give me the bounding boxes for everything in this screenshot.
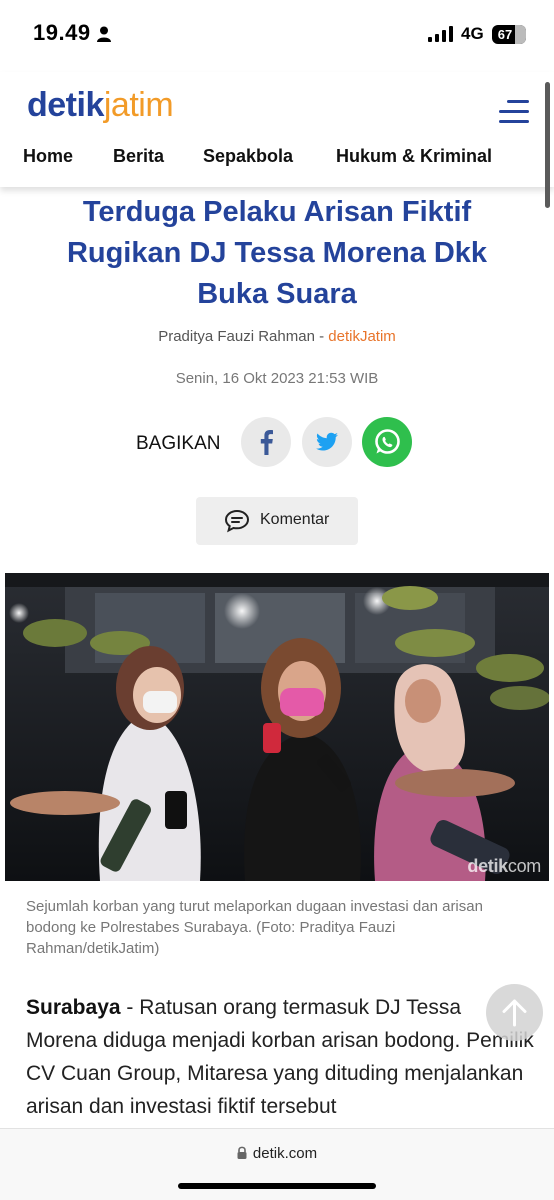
nav-item-sepakbola[interactable]: Sepakbola bbox=[203, 146, 293, 167]
whatsapp-share-button[interactable] bbox=[362, 417, 412, 467]
share-label: BAGIKAN bbox=[136, 433, 221, 454]
address-bar[interactable]: detik.com bbox=[0, 1145, 554, 1163]
watermark-a: detik bbox=[467, 856, 508, 876]
main-nav: Home Berita Sepakbola Hukum & Kriminal bbox=[0, 146, 554, 172]
nav-item-home[interactable]: Home bbox=[23, 146, 73, 167]
status-time: 19.49 bbox=[33, 20, 91, 45]
arrow-up-icon bbox=[502, 999, 527, 1027]
byline-separator: - bbox=[314, 328, 329, 345]
comment-label: Komentar bbox=[260, 511, 330, 528]
article-photo[interactable]: detikcom bbox=[5, 573, 549, 881]
photo-scene bbox=[5, 573, 549, 881]
whatsapp-icon bbox=[375, 429, 400, 454]
signal-icon bbox=[428, 26, 454, 47]
byline: Praditya Fauzi Rahman - detikJatim bbox=[0, 328, 554, 345]
photo-watermark: detikcom bbox=[467, 856, 541, 877]
person-icon bbox=[97, 26, 111, 47]
comment-bubble-icon bbox=[224, 509, 250, 533]
detikjatim-logo[interactable]: detikjatim bbox=[27, 86, 174, 125]
watermark-b: com bbox=[507, 856, 541, 876]
source-name[interactable]: detikJatim bbox=[328, 328, 396, 345]
lock-icon bbox=[237, 1146, 247, 1163]
title-line-2: Rugikan DJ Tessa Morena Dkk bbox=[66, 237, 488, 269]
browser-bottom-bar: detik.com bbox=[0, 1128, 554, 1200]
author-name[interactable]: Praditya Fauzi Rahman bbox=[158, 328, 315, 345]
comment-button[interactable]: Komentar bbox=[196, 497, 358, 545]
home-indicator[interactable] bbox=[178, 1183, 376, 1189]
article-body: Surabaya - Ratusan orang termasuk DJ Tes… bbox=[26, 991, 536, 1123]
battery-label: 67 bbox=[497, 27, 513, 42]
status-bar: 19.49 4G 67 bbox=[0, 0, 554, 70]
photo-caption: Sejumlah korban yang turut melaporkan du… bbox=[26, 898, 483, 957]
nav-item-berita[interactable]: Berita bbox=[113, 146, 164, 167]
scrollbar[interactable] bbox=[545, 82, 550, 208]
facebook-icon bbox=[260, 430, 273, 455]
logo-part-detik: detik bbox=[27, 86, 104, 124]
url-text: detik.com bbox=[252, 1145, 318, 1162]
logo-part-jatim: jatim bbox=[103, 86, 174, 124]
twitter-icon bbox=[316, 432, 338, 451]
body-dateline: Surabaya bbox=[26, 996, 121, 1019]
facebook-share-button[interactable] bbox=[241, 417, 291, 467]
nav-item-hukum-kriminal[interactable]: Hukum & Kriminal bbox=[336, 146, 492, 167]
article-title: Terduga Pelaku Arisan Fiktif Rugikan DJ … bbox=[30, 192, 524, 315]
battery-icon: 67 bbox=[492, 25, 526, 44]
publish-date: Senin, 16 Okt 2023 21:53 WIB bbox=[175, 370, 379, 387]
hamburger-menu-icon[interactable] bbox=[497, 100, 529, 124]
site-header: detikjatim Home Berita Sepakbola Hukum &… bbox=[0, 72, 554, 187]
title-line-1: Terduga Pelaku Arisan Fiktif bbox=[82, 196, 472, 228]
network-label: 4G bbox=[461, 24, 484, 43]
scroll-to-top-button[interactable] bbox=[486, 984, 543, 1041]
twitter-share-button[interactable] bbox=[302, 417, 352, 467]
title-line-3: Buka Suara bbox=[197, 278, 357, 310]
